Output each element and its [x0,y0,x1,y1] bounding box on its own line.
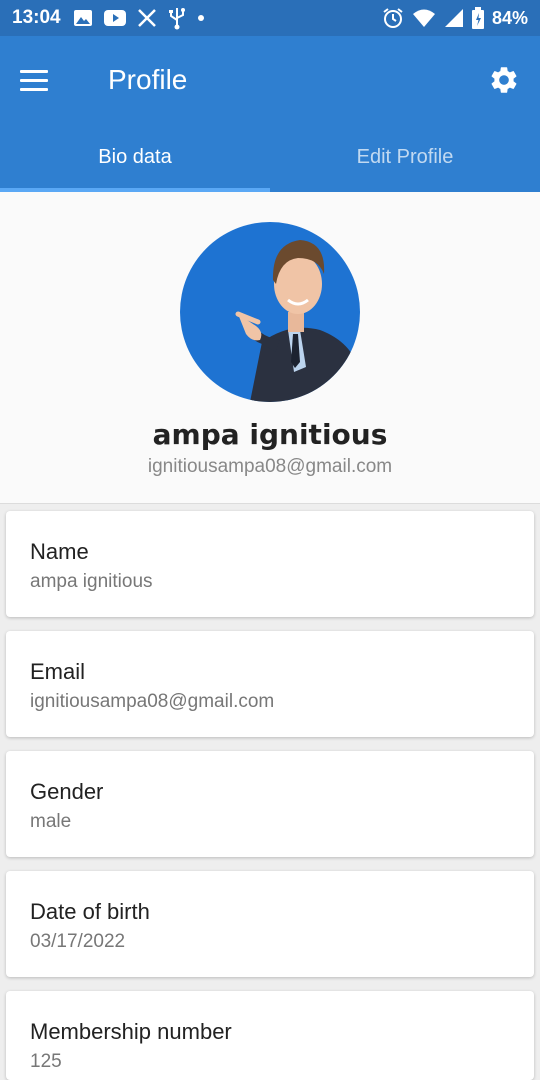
field-label: Name [30,539,89,564]
signal-icon [444,8,464,28]
x-icon [137,8,157,28]
dot-icon [197,14,205,22]
menu-icon[interactable] [20,60,60,100]
field-value: ampa ignitious [30,571,153,592]
settings-gear-icon[interactable] [484,60,524,100]
profile-header: ampa ignitious ignitiousampa08@gmail.com [0,192,540,504]
field-label: Date of birth [30,899,150,924]
field-card-gender: Gender male [6,751,534,857]
wifi-icon [412,8,436,28]
field-value: ignitiousampa08@gmail.com [30,691,275,712]
field-card-date-of-birth: Date of birth 03/17/2022 [6,871,534,977]
field-value: 03/17/2022 [30,931,126,952]
usb-icon [167,6,187,30]
tab-bio-data[interactable]: Bio data [0,122,270,192]
image-icon [73,9,93,27]
field-card-membership-number: Membership number 125 [6,991,534,1080]
field-label: Email [30,659,86,684]
profile-name: ampa ignitious [152,418,388,451]
status-bar: 13:04 84% [0,0,540,36]
page-title: Profile [108,64,188,95]
field-label: Membership number [30,1019,232,1044]
avatar [180,222,360,402]
field-value: 125 [30,1051,62,1072]
notification-icons [73,6,205,30]
field-card-name: Name ampa ignitious [6,511,534,617]
tab-edit-profile[interactable]: Edit Profile [270,122,540,192]
tab-bar: Bio data Edit Profile [0,122,540,192]
profile-email: ignitiousampa08@gmail.com [147,456,393,477]
alarm-icon [382,7,404,29]
field-card-email: Email ignitiousampa08@gmail.com [6,631,534,737]
status-time: 13:04 [12,7,61,28]
field-value: male [30,811,72,832]
youtube-icon [103,9,127,27]
battery-level: 84% [491,7,528,28]
system-icons: 84% [382,7,528,29]
battery-icon [471,7,484,29]
app-bar: Profile [0,36,540,122]
field-label: Gender [30,779,104,804]
